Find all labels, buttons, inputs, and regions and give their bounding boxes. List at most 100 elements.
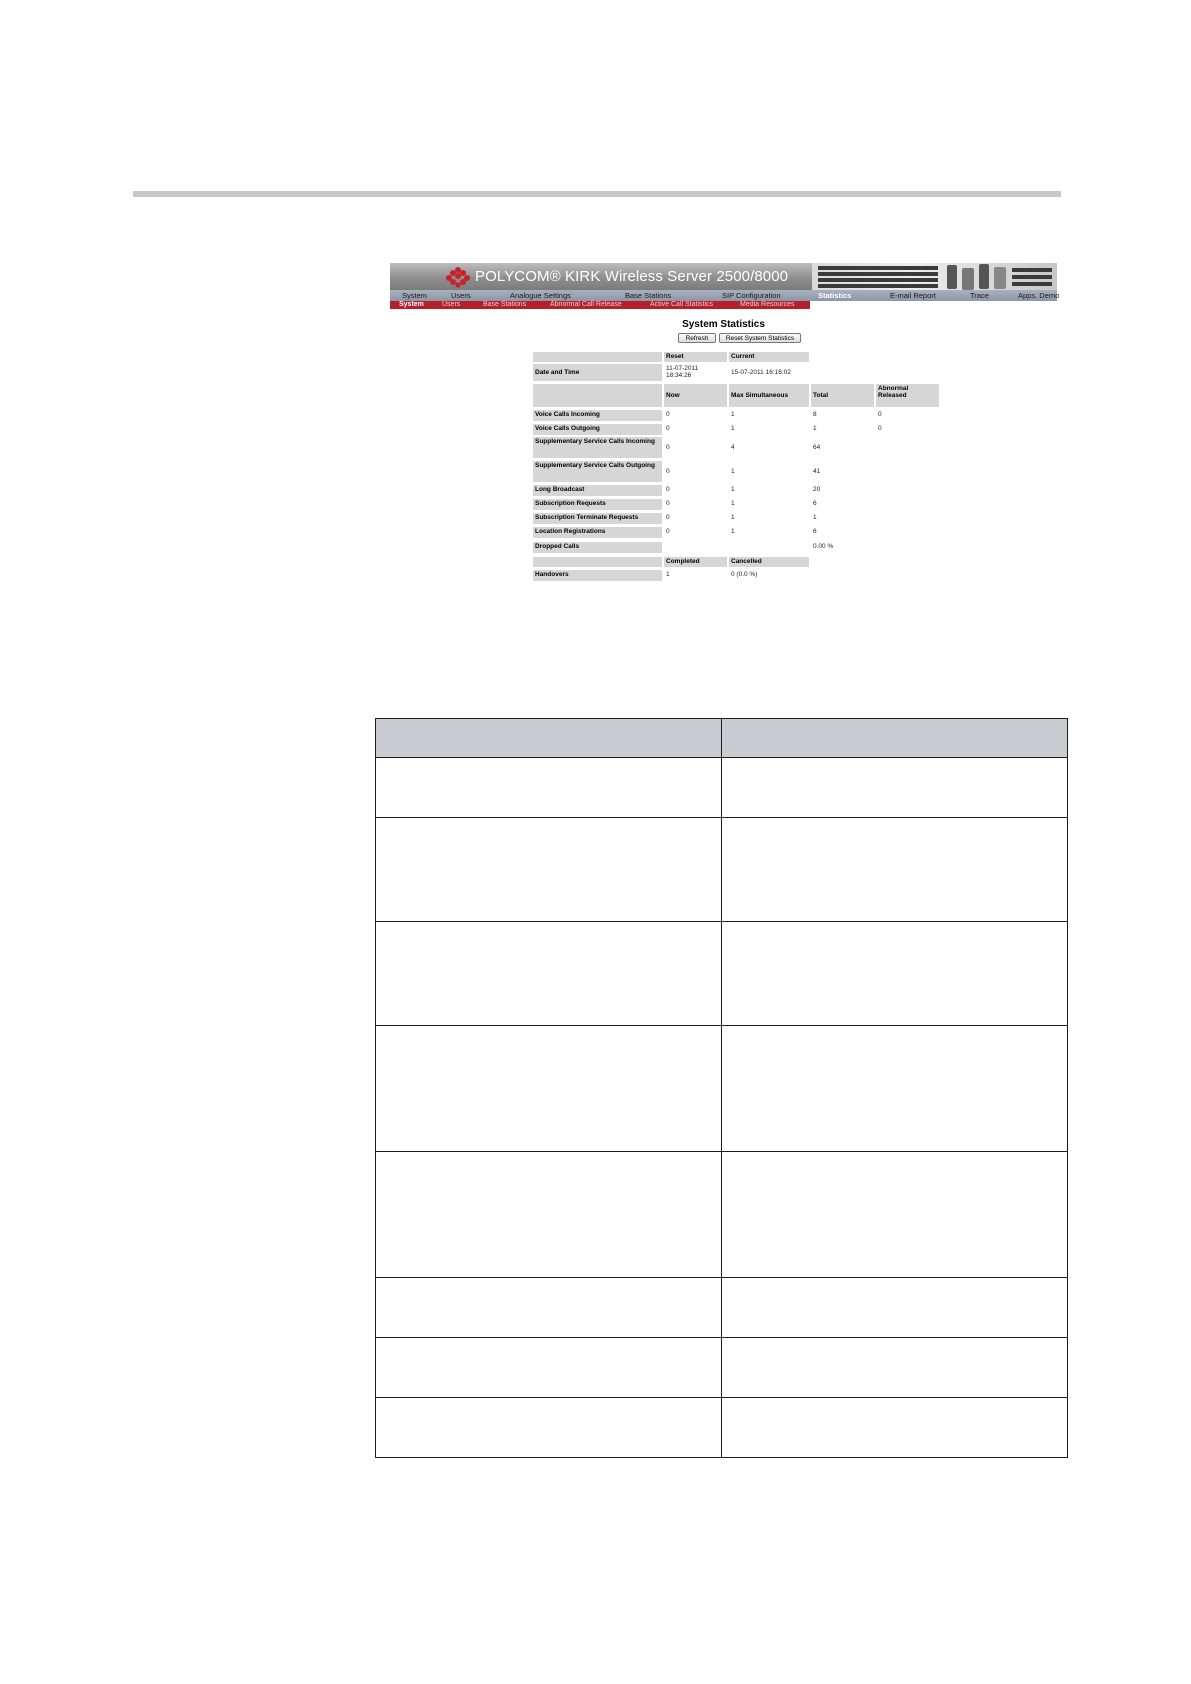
tab-system[interactable]: System [402,290,427,301]
col-now: Now [664,384,727,407]
table-header-cell [375,718,722,758]
hardware-image [812,263,1057,290]
row-label: Long Broadcast [533,485,662,496]
table-row [375,1397,1068,1458]
subtab-media-resources[interactable]: Media Resources [740,301,794,309]
row-now: 0 [666,486,670,493]
statistics-screenshot: POLYCOM® KIRK Wireless Server 2500/8000 … [390,263,1059,593]
row-abnormal [876,513,939,524]
tab-email-report[interactable]: E-mail Report [890,290,936,301]
row-total: 64 [813,444,821,451]
col-current: Current [729,352,809,362]
empty-header [533,384,662,407]
row-label: Voice Calls Outgoing [533,424,662,435]
table-row [375,1337,1068,1398]
reset-time: 11-07-2011 18:34:26 [666,365,699,379]
table-row [375,1025,1068,1152]
row-max: 1 [731,468,735,475]
subtab-system[interactable]: System [399,301,424,309]
row-total: 1 [813,425,817,432]
table-cell [721,817,1068,922]
row-total: 41 [813,468,821,475]
row-now: 0 [666,425,670,432]
handovers-cancelled: 0 (0.0 %) [731,571,758,578]
col-abnormal-released: Abnormal Released [876,384,939,407]
row-max: 1 [731,411,735,418]
app-title: POLYCOM® KIRK Wireless Server 2500/8000 [475,268,789,285]
table-cell [721,1277,1068,1338]
tab-statistics[interactable]: Statistics [818,290,851,301]
row-max: 1 [731,500,735,507]
table-cell [375,1151,722,1278]
col-total: Total [811,384,874,407]
row-now: 0 [666,444,670,451]
table-cell [375,1025,722,1152]
row-abnormal: 0 [878,411,882,418]
table-cell [721,1025,1068,1152]
main-nav: System Users Analogue Settings Base Stat… [390,290,1059,301]
table-cell [721,1397,1068,1458]
page-header-rule [133,191,1061,197]
row-total: 6 [813,528,817,535]
table-row [375,757,1068,818]
subtab-users[interactable]: Users [442,301,460,309]
row-abnormal [876,485,939,496]
brand: POLYCOM® KIRK Wireless Server 2500/8000 [445,265,788,288]
table-row [375,921,1068,1026]
subtab-base-stations[interactable]: Base Stations [483,301,526,309]
row-now: 0 [666,500,670,507]
polycom-logo-icon [446,266,470,288]
row-max: 1 [731,425,735,432]
tab-trace[interactable]: Trace [970,290,989,301]
table-header-row [375,718,1068,758]
col-reset: Reset [664,352,727,362]
row-label: Supplementary Service Calls Incoming [533,437,662,458]
empty-header [533,557,662,567]
empty-header [533,352,662,362]
tab-base-stations[interactable]: Base Stations [625,290,671,301]
reset-statistics-button[interactable]: Reset System Statistics [719,333,801,343]
sub-nav: System Users Base Stations Abnormal Call… [390,301,810,309]
dropped-calls-label: Dropped Calls [533,542,662,553]
row-max: 1 [731,528,735,535]
tab-sip-configuration[interactable]: SIP Configuration [722,290,781,301]
table-cell [721,1151,1068,1278]
subtab-abnormal-call-release[interactable]: Abnormal Call Release [550,301,622,309]
handovers-label: Handovers [533,570,662,581]
row-max: 4 [731,444,735,451]
row-label: Supplementary Service Calls Outgoing [533,461,662,482]
current-time: 15-07-2011 16:16:02 [731,369,791,376]
tab-analogue-settings[interactable]: Analogue Settings [510,290,571,301]
subtab-active-call-statistics[interactable]: Active Call Statistics [650,301,713,309]
row-label: Subscription Requests [533,499,662,510]
table-header-cell [721,718,1068,758]
row-max: 1 [731,486,735,493]
row-abnormal [876,437,939,458]
row-total: 8 [813,411,817,418]
row-total: 6 [813,500,817,507]
row-now: 0 [666,528,670,535]
row-now: 0 [666,468,670,475]
row-abnormal [876,461,939,482]
table-cell [375,1397,722,1458]
row-total: 1 [813,514,817,521]
row-label: Subscription Terminate Requests [533,513,662,524]
row-label: Voice Calls Incoming [533,410,662,421]
tab-users[interactable]: Users [451,290,471,301]
table-cell [375,1277,722,1338]
row-now: 0 [666,514,670,521]
refresh-button[interactable]: Refresh [678,333,716,343]
table-cell [375,817,722,922]
tab-apps-demo[interactable]: Apps. Demo [1018,290,1059,301]
table-cell [375,921,722,1026]
row-label: Location Registrations [533,527,662,538]
table-cell [375,1337,722,1398]
date-time-label: Date and Time [533,364,662,381]
col-cancelled: Cancelled [729,557,809,567]
table-cell [721,1337,1068,1398]
table-row [375,1277,1068,1338]
row-abnormal: 0 [878,425,882,432]
row-now: 0 [666,411,670,418]
table-cell [721,921,1068,1026]
table-cell [721,757,1068,818]
